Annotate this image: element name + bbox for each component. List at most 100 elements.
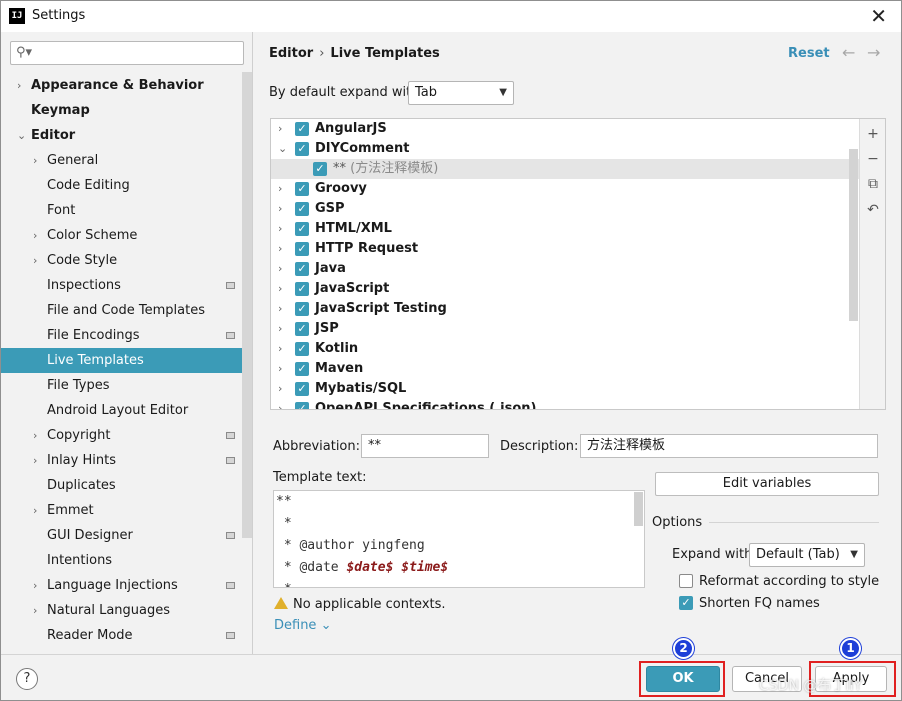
sidebar-item[interactable]: › Copyright (1, 423, 242, 448)
chevron-right-icon[interactable]: › (278, 359, 282, 379)
reset-link[interactable]: Reset (788, 46, 830, 61)
sidebar-item[interactable]: › Inlay Hints (1, 448, 242, 473)
forward-arrow-icon[interactable]: → (867, 43, 880, 62)
sidebar-item[interactable]: › Language Injections (1, 573, 242, 598)
sidebar-item[interactable]: Code Editing (1, 173, 242, 198)
sidebar-item[interactable]: › Color Scheme (1, 223, 242, 248)
copy-icon[interactable]: ⧉ (864, 175, 882, 193)
define-link[interactable]: Define ⌄ (274, 618, 331, 633)
template-group[interactable]: › ✓ JSP (271, 319, 859, 339)
restore-icon[interactable]: ↶ (864, 201, 882, 219)
abbreviation-field[interactable]: ** (361, 434, 489, 458)
breadcrumb-parent[interactable]: Editor (269, 46, 313, 61)
sidebar-item[interactable]: Inspections (1, 273, 242, 298)
chevron-right-icon[interactable]: › (278, 219, 282, 239)
sidebar-item[interactable]: ⌄ Editor (1, 123, 242, 148)
chevron-right-icon[interactable]: › (33, 423, 37, 448)
remove-icon[interactable]: − (864, 150, 882, 168)
templates-scrollbar[interactable] (849, 149, 858, 321)
template-checkbox[interactable]: ✓ (313, 162, 327, 176)
sidebar-item[interactable]: File Encodings (1, 323, 242, 348)
template-group[interactable]: › ✓ HTTP Request (271, 239, 859, 259)
template-text-editor[interactable]: ** * * @author yingfeng * @date $date$ $… (273, 490, 645, 588)
chevron-right-icon[interactable]: › (278, 399, 282, 409)
description-field[interactable]: 方法注释模板 (580, 434, 878, 458)
help-icon[interactable]: ? (16, 668, 38, 690)
template-checkbox[interactable]: ✓ (295, 322, 309, 336)
editor-scrollbar[interactable] (634, 492, 643, 526)
sidebar-item[interactable]: File Types (1, 373, 242, 398)
template-group[interactable]: › ✓ Kotlin (271, 339, 859, 359)
template-checkbox[interactable]: ✓ (295, 142, 309, 156)
template-group[interactable]: › ✓ Java (271, 259, 859, 279)
add-icon[interactable]: + (864, 125, 882, 143)
sidebar-item[interactable]: Android Layout Editor (1, 398, 242, 423)
template-checkbox[interactable]: ✓ (295, 182, 309, 196)
sidebar-item[interactable]: GUI Designer (1, 523, 242, 548)
chevron-right-icon[interactable]: › (33, 148, 37, 173)
chevron-right-icon[interactable]: › (278, 379, 282, 399)
chevron-down-icon[interactable]: ⌄ (278, 139, 287, 159)
sidebar-item[interactable]: Keymap (1, 98, 242, 123)
template-checkbox[interactable]: ✓ (295, 402, 309, 409)
chevron-right-icon[interactable]: › (278, 199, 282, 219)
template-checkbox[interactable]: ✓ (295, 242, 309, 256)
chevron-right-icon[interactable]: › (278, 299, 282, 319)
template-group[interactable]: › ✓ GSP (271, 199, 859, 219)
template-checkbox[interactable]: ✓ (295, 342, 309, 356)
sidebar-item[interactable]: › Code Style (1, 248, 242, 273)
template-group[interactable]: › ✓ HTML/XML (271, 219, 859, 239)
sidebar-item[interactable]: Reader Mode (1, 623, 242, 648)
reformat-checkbox[interactable] (679, 574, 693, 588)
sidebar-item[interactable]: › Emmet (1, 498, 242, 523)
template-group[interactable]: › ✓ Groovy (271, 179, 859, 199)
chevron-right-icon[interactable]: › (33, 448, 37, 473)
sidebar-item[interactable]: Font (1, 198, 242, 223)
template-checkbox[interactable]: ✓ (295, 222, 309, 236)
sidebar-item[interactable]: File and Code Templates (1, 298, 242, 323)
template-checkbox[interactable]: ✓ (295, 362, 309, 376)
sidebar-item[interactable]: › Appearance & Behavior (1, 73, 242, 98)
chevron-right-icon[interactable]: › (17, 73, 21, 98)
chevron-right-icon[interactable]: › (278, 319, 282, 339)
template-group[interactable]: › ✓ JavaScript Testing (271, 299, 859, 319)
expand-with-select[interactable]: Tab ▼ (408, 81, 514, 105)
chevron-right-icon[interactable]: › (278, 279, 282, 299)
template-group[interactable]: › ✓ JavaScript (271, 279, 859, 299)
chevron-right-icon[interactable]: › (278, 339, 282, 359)
chevron-right-icon[interactable]: › (278, 119, 282, 139)
chevron-right-icon[interactable]: › (33, 498, 37, 523)
shorten-fq-checkbox[interactable]: ✓ (679, 596, 693, 610)
template-group[interactable]: › ✓ Maven (271, 359, 859, 379)
template-item[interactable]: ✓ ** (方法注释模板) (271, 159, 859, 179)
sidebar-item[interactable]: Intentions (1, 548, 242, 573)
template-checkbox[interactable]: ✓ (295, 282, 309, 296)
sidebar-item[interactable]: Live Templates (1, 348, 242, 373)
template-group[interactable]: ⌄ ✓ DIYComment (271, 139, 859, 159)
back-arrow-icon[interactable]: ← (842, 43, 855, 62)
chevron-right-icon[interactable]: › (33, 248, 37, 273)
chevron-right-icon[interactable]: › (278, 259, 282, 279)
sidebar-item[interactable]: › General (1, 148, 242, 173)
sidebar-scrollbar[interactable] (242, 72, 252, 538)
template-checkbox[interactable]: ✓ (295, 262, 309, 276)
template-group[interactable]: › ✓ AngularJS (271, 119, 859, 139)
template-group[interactable]: › ✓ Mybatis/SQL (271, 379, 859, 399)
template-group[interactable]: › ✓ OpenAPI Specifications (.json) (271, 399, 859, 409)
template-checkbox[interactable]: ✓ (295, 122, 309, 136)
edit-variables-button[interactable]: Edit variables (655, 472, 879, 496)
sidebar-item[interactable]: Duplicates (1, 473, 242, 498)
chevron-right-icon[interactable]: › (278, 179, 282, 199)
chevron-right-icon[interactable]: › (33, 223, 37, 248)
close-icon[interactable]: ✕ (870, 4, 887, 28)
template-checkbox[interactable]: ✓ (295, 202, 309, 216)
chevron-right-icon[interactable]: › (33, 598, 37, 623)
chevron-down-icon[interactable]: ⌄ (17, 123, 26, 148)
options-expand-select[interactable]: Default (Tab) ▼ (749, 543, 865, 567)
settings-search-input[interactable]: ⚲▾ (10, 41, 244, 65)
template-checkbox[interactable]: ✓ (295, 382, 309, 396)
chevron-right-icon[interactable]: › (33, 573, 37, 598)
template-checkbox[interactable]: ✓ (295, 302, 309, 316)
sidebar-item[interactable]: › Natural Languages (1, 598, 242, 623)
chevron-right-icon[interactable]: › (278, 239, 282, 259)
